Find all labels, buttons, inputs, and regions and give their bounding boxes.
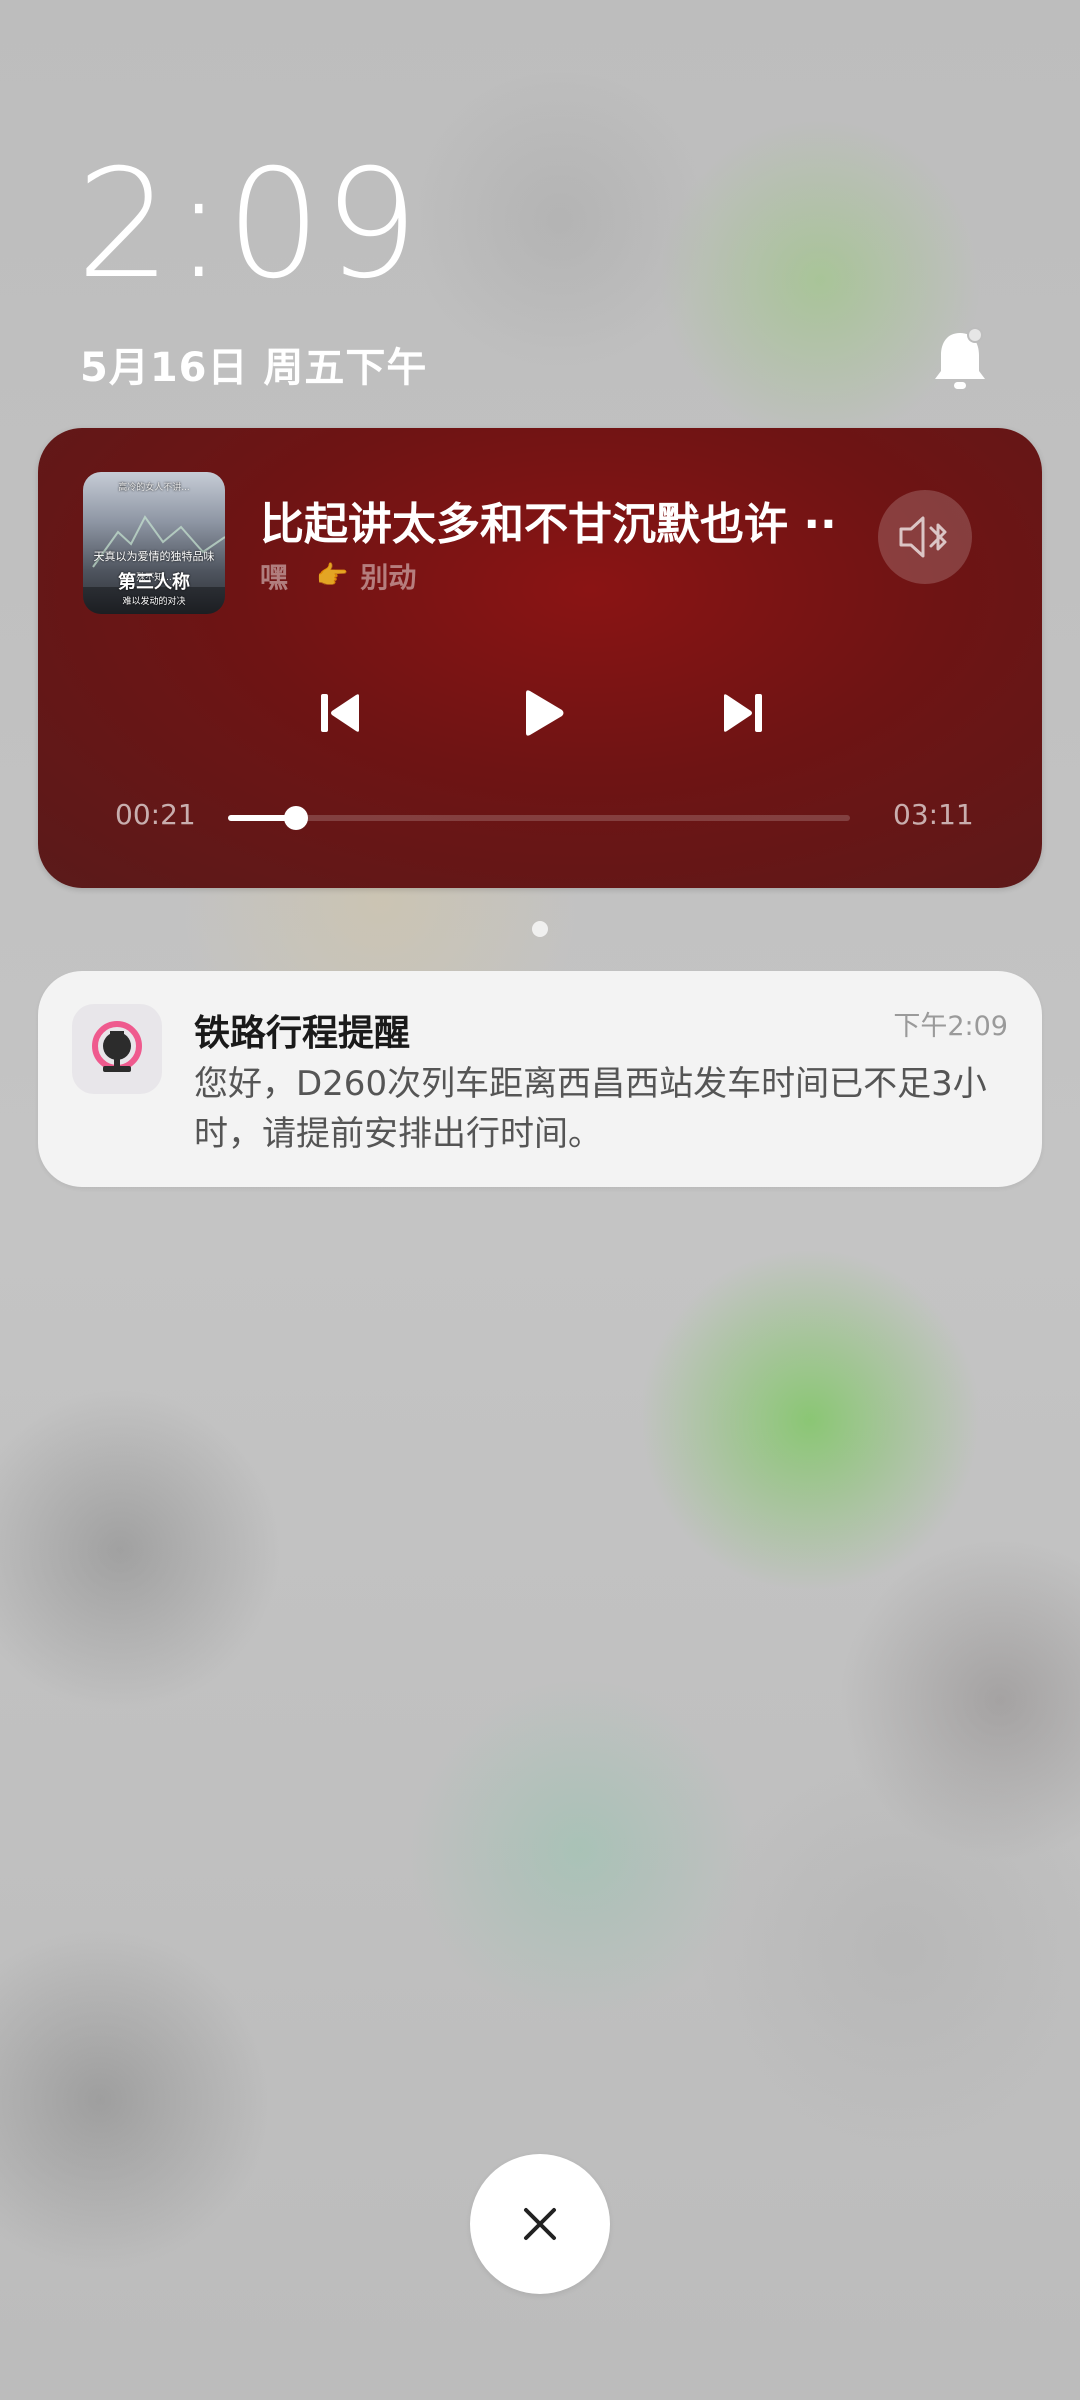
railway-icon [92, 1021, 142, 1072]
play-icon [526, 690, 564, 736]
page-indicator-dot [532, 921, 548, 937]
pointing-hand-icon: 👉 [316, 561, 349, 591]
song-subtitle: 别动 [360, 561, 417, 594]
play-button[interactable] [508, 678, 578, 748]
lockscreen-date: 5月16日 周五下午 [80, 345, 428, 391]
close-icon [524, 2208, 556, 2240]
notification-bell-icon[interactable] [930, 325, 990, 393]
album-art-text-1: 高冷的女人不讲... [118, 483, 190, 493]
song-artist: 嘿 [260, 561, 289, 594]
progress-slider[interactable] [228, 806, 850, 830]
album-art-text-5: 难以发动的对决 [122, 597, 186, 607]
song-artist-row: 嘿 👉 别动 [260, 556, 416, 596]
notification-time: 下午2:09 [893, 1011, 1008, 1042]
album-art[interactable]: 高冷的女人不讲... 天真以为爱情的独特品味 殊不知... 第三人称 难以发动的… [83, 472, 225, 614]
skip-previous-icon [321, 694, 359, 732]
dismiss-notifications-button[interactable] [470, 2154, 610, 2294]
next-track-button[interactable] [708, 678, 778, 748]
notification-body: 您好，D260次列车距离西昌西站发车时间已不足3小时，请提前安排出行时间。 [194, 1064, 987, 1154]
album-art-text-4: 第三人称 [118, 572, 190, 593]
song-title: 比起讲太多和不甘沉默也许 ·· [260, 499, 837, 550]
elapsed-time: 00:21 [115, 798, 196, 831]
notification-title: 铁路行程提醒 [194, 1013, 411, 1054]
progress-thumb[interactable] [284, 806, 309, 830]
media-player-card[interactable]: 高冷的女人不讲... 天真以为爱情的独特品味 殊不知... 第三人称 难以发动的… [38, 428, 1042, 888]
notification-card[interactable]: 铁路行程提醒 下午2:09 您好，D260次列车距离西昌西站发车时间已不足3小时… [38, 971, 1042, 1187]
previous-track-button[interactable] [305, 678, 375, 748]
album-art-text-2: 天真以为爱情的独特品味 [93, 550, 215, 563]
speaker-bluetooth-icon [899, 516, 947, 558]
railway-app-icon [72, 1004, 162, 1094]
audio-output-button[interactable] [878, 490, 972, 584]
lockscreen-clock: 2:09 [76, 138, 421, 312]
skip-next-icon [724, 694, 762, 732]
total-duration: 03:11 [893, 798, 974, 831]
